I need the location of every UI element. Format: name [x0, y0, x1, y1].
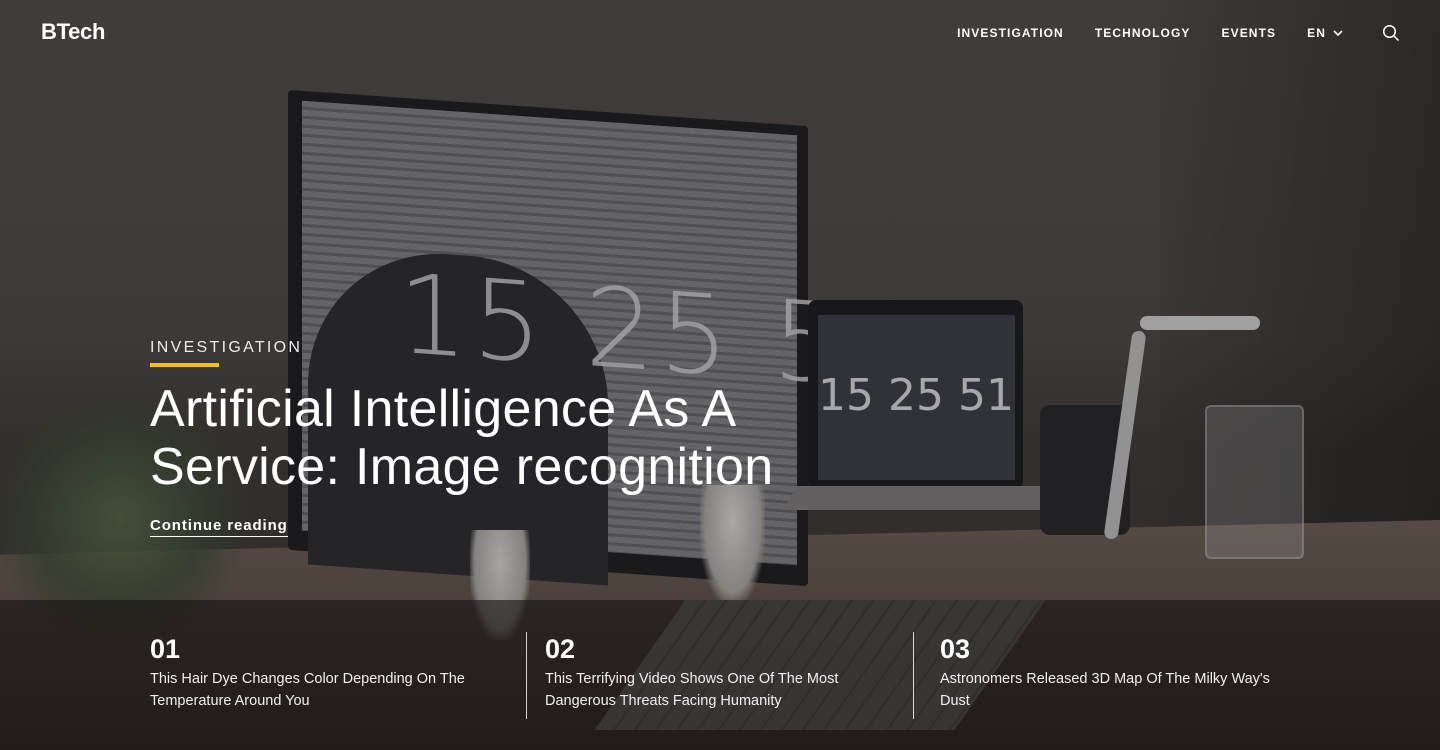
language-label: EN	[1307, 26, 1326, 40]
hero-category[interactable]: INVESTIGATION	[150, 339, 302, 357]
main-nav: INVESTIGATION TECHNOLOGY EVENTS EN	[926, 21, 1400, 45]
article-title: This Hair Dye Changes Color Depending On…	[150, 671, 465, 709]
article-divider	[913, 632, 914, 719]
site-logo[interactable]: BTech	[41, 19, 105, 45]
article-divider	[526, 632, 527, 719]
chevron-down-icon	[1332, 27, 1344, 39]
hero-title-line-1: Artificial Intelligence As A	[150, 380, 737, 438]
continue-reading-link[interactable]: Continue reading	[150, 517, 288, 537]
article-card-3[interactable]: 03 Astronomers Released 3D Map Of The Mi…	[940, 632, 1290, 719]
article-number: 02	[545, 634, 576, 664]
article-card-2[interactable]: 02 This Terrifying Video Shows One Of Th…	[545, 632, 875, 719]
nav-item-technology[interactable]: TECHNOLOGY	[1095, 21, 1191, 45]
article-title: This Terrifying Video Shows One Of The M…	[545, 671, 839, 709]
hero-title[interactable]: Artificial Intelligence As A Service: Im…	[150, 380, 850, 496]
article-number: 03	[940, 634, 971, 664]
hero-category-underline	[150, 363, 219, 367]
hero-title-line-2: Service: Image recognition	[150, 438, 774, 496]
language-selector[interactable]: EN	[1307, 21, 1344, 45]
nav-item-investigation[interactable]: INVESTIGATION	[957, 21, 1064, 45]
article-number: 01	[150, 634, 181, 664]
article-title: Astronomers Released 3D Map Of The Milky…	[940, 671, 1270, 709]
article-card-1[interactable]: 01 This Hair Dye Changes Color Depending…	[150, 632, 490, 719]
search-icon[interactable]	[1382, 24, 1400, 42]
nav-item-events[interactable]: EVENTS	[1222, 21, 1277, 45]
